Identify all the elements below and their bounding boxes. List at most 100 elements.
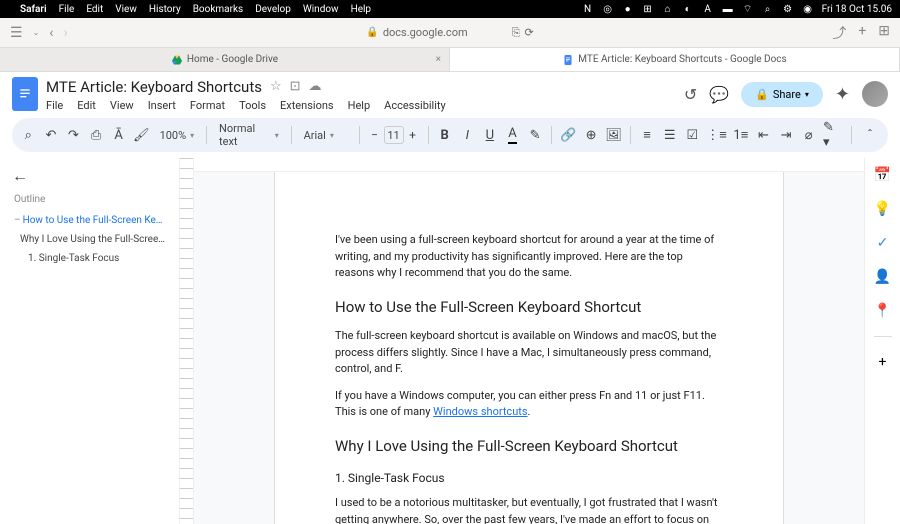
menu-tools[interactable]: Tools <box>239 99 266 112</box>
status-icon[interactable]: A <box>702 3 714 15</box>
menu-extensions[interactable]: Extensions <box>280 99 334 112</box>
clear-format-icon[interactable]: ⌀ <box>800 125 817 145</box>
menu-help[interactable]: Help <box>348 99 371 112</box>
tab-docs[interactable]: MTE Article: Keyboard Shortcuts - Google… <box>450 48 900 71</box>
cloud-status-icon[interactable]: ☁ <box>309 79 322 94</box>
new-tab-icon[interactable]: + <box>858 23 866 43</box>
menubar-help[interactable]: Help <box>351 4 371 15</box>
contacts-icon[interactable]: 👤 <box>874 268 892 286</box>
menu-edit[interactable]: Edit <box>77 99 96 112</box>
share-button[interactable]: 🔒 Share ▾ <box>741 82 823 107</box>
status-icon[interactable]: ◎ <box>602 3 614 15</box>
status-icon[interactable]: ● <box>622 3 634 15</box>
menubar-edit[interactable]: Edit <box>86 4 103 15</box>
siri-icon[interactable]: ◉ <box>802 3 814 15</box>
document-area[interactable]: I've been using a full-screen keyboard s… <box>194 158 864 524</box>
calendar-icon[interactable]: 📅 <box>874 166 892 184</box>
tab-close-icon[interactable]: × <box>436 54 441 65</box>
menubar-history[interactable]: History <box>149 4 181 15</box>
body-paragraph[interactable]: I've been using a full-screen keyboard s… <box>335 232 723 282</box>
status-icon[interactable]: ⊞ <box>642 3 654 15</box>
italic-icon[interactable]: I <box>459 125 476 145</box>
menu-file[interactable]: File <box>46 99 63 112</box>
bold-icon[interactable]: B <box>436 125 453 145</box>
keep-icon[interactable]: 💡 <box>874 200 892 218</box>
add-addon-icon[interactable]: + <box>874 353 892 371</box>
editing-mode-icon[interactable]: ✎ ▾ <box>823 125 843 145</box>
redo-icon[interactable]: ↷ <box>65 125 82 145</box>
forward-button[interactable]: › <box>63 25 67 41</box>
checklist-icon[interactable]: ☑ <box>684 125 701 145</box>
user-avatar[interactable] <box>862 81 888 107</box>
tabs-overview-icon[interactable]: ⊞ <box>878 23 890 43</box>
undo-icon[interactable]: ↶ <box>43 125 60 145</box>
wifi-icon[interactable]: ⌔ <box>742 3 754 15</box>
indent-increase-icon[interactable]: ⇥ <box>778 125 795 145</box>
paint-format-icon[interactable]: 🖌 <box>133 125 150 145</box>
image-icon[interactable]: 🖼 <box>605 125 622 145</box>
history-icon[interactable]: ↺ <box>684 85 697 104</box>
status-icon[interactable]: ⌂ <box>662 3 674 15</box>
tasks-icon[interactable]: ✓ <box>874 234 892 252</box>
status-icon[interactable]: N <box>582 3 594 15</box>
star-icon[interactable]: ☆ <box>270 79 282 94</box>
spellcheck-icon[interactable]: Ā <box>110 125 127 145</box>
menu-accessibility[interactable]: Accessibility <box>384 99 446 112</box>
reload-icon[interactable]: ⟳ <box>524 26 533 39</box>
status-icon[interactable]: ◐ <box>682 3 694 15</box>
heading-1[interactable]: How to Use the Full-Screen Keyboard Shor… <box>335 296 723 319</box>
menubar-view[interactable]: View <box>115 4 137 15</box>
menubar-develop[interactable]: Develop <box>255 4 291 15</box>
body-paragraph[interactable]: If you have a Windows computer, you can … <box>335 388 723 421</box>
comments-icon[interactable]: 💬 <box>709 85 729 104</box>
menubar-bookmarks[interactable]: Bookmarks <box>193 4 244 15</box>
maps-icon[interactable]: 📍 <box>874 302 892 320</box>
control-center-icon[interactable]: ⚙ <box>782 3 794 15</box>
body-paragraph[interactable]: I used to be a notorious multitasker, bu… <box>335 495 723 524</box>
menu-insert[interactable]: Insert <box>148 99 176 112</box>
font-size-input[interactable]: 11 <box>384 126 404 144</box>
link-windows-shortcuts[interactable]: Windows shortcuts <box>433 405 527 418</box>
highlight-icon[interactable]: ✎ <box>527 125 544 145</box>
translate-icon[interactable]: ⎘ <box>512 26 521 40</box>
menubar-window[interactable]: Window <box>303 4 339 15</box>
heading-2[interactable]: 1. Single-Task Focus <box>335 469 723 487</box>
sidebar-toggle-icon[interactable]: ☰ <box>10 25 23 41</box>
underline-icon[interactable]: U <box>482 125 499 145</box>
comment-icon[interactable]: ⊕ <box>583 125 600 145</box>
search-icon[interactable]: ⌕ <box>762 3 774 15</box>
print-icon[interactable]: ⎙ <box>88 125 105 145</box>
bullet-list-icon[interactable]: ⋮≡ <box>707 125 727 145</box>
menu-format[interactable]: Format <box>190 99 225 112</box>
collapse-toolbar-icon[interactable]: ˆ <box>860 125 880 145</box>
move-icon[interactable]: ⊡ <box>290 79 301 94</box>
heading-1[interactable]: Why I Love Using the Full-Screen Keyboar… <box>335 435 723 458</box>
gemini-star-icon[interactable]: ✦ <box>835 84 850 105</box>
outline-back-icon[interactable]: ← <box>8 166 171 186</box>
menubar-clock[interactable]: Fri 18 Oct 15.06 <box>822 4 892 15</box>
font-size-decrease[interactable]: − <box>368 126 382 144</box>
outline-item[interactable]: Why I Love Using the Full-Screen… <box>8 230 171 249</box>
line-spacing-icon[interactable]: ☰ <box>661 125 678 145</box>
align-icon[interactable]: ≡ <box>639 125 656 145</box>
document-page[interactable]: I've been using a full-screen keyboard s… <box>274 172 784 524</box>
style-select[interactable]: Normal text▾ <box>215 122 283 148</box>
url-field[interactable]: docs.google.com <box>383 26 468 39</box>
outline-item[interactable]: –How to Use the Full-Screen Keyb… <box>8 211 171 230</box>
link-icon[interactable]: 🔗 <box>560 125 577 145</box>
text-color-icon[interactable]: A <box>504 125 521 145</box>
indent-decrease-icon[interactable]: ⇤ <box>755 125 772 145</box>
zoom-select[interactable]: 100%▾ <box>156 129 199 142</box>
outline-item[interactable]: 1. Single-Task Focus <box>8 249 171 268</box>
numbered-list-icon[interactable]: 1≡ <box>733 125 750 145</box>
battery-icon[interactable]: ▬ <box>722 3 734 15</box>
document-title[interactable]: MTE Article: Keyboard Shortcuts <box>46 78 262 96</box>
body-paragraph[interactable]: The full-screen keyboard shortcut is ava… <box>335 328 723 378</box>
menubar-file[interactable]: File <box>59 4 75 15</box>
share-icon[interactable]: ⤴ <box>832 23 846 43</box>
font-select[interactable]: Arial▾ <box>300 129 351 142</box>
menu-view[interactable]: View <box>110 99 134 112</box>
docs-logo-icon[interactable] <box>12 77 38 111</box>
back-button[interactable]: ‹ <box>49 25 53 41</box>
dropdown-icon[interactable]: ⌄ <box>33 28 40 37</box>
